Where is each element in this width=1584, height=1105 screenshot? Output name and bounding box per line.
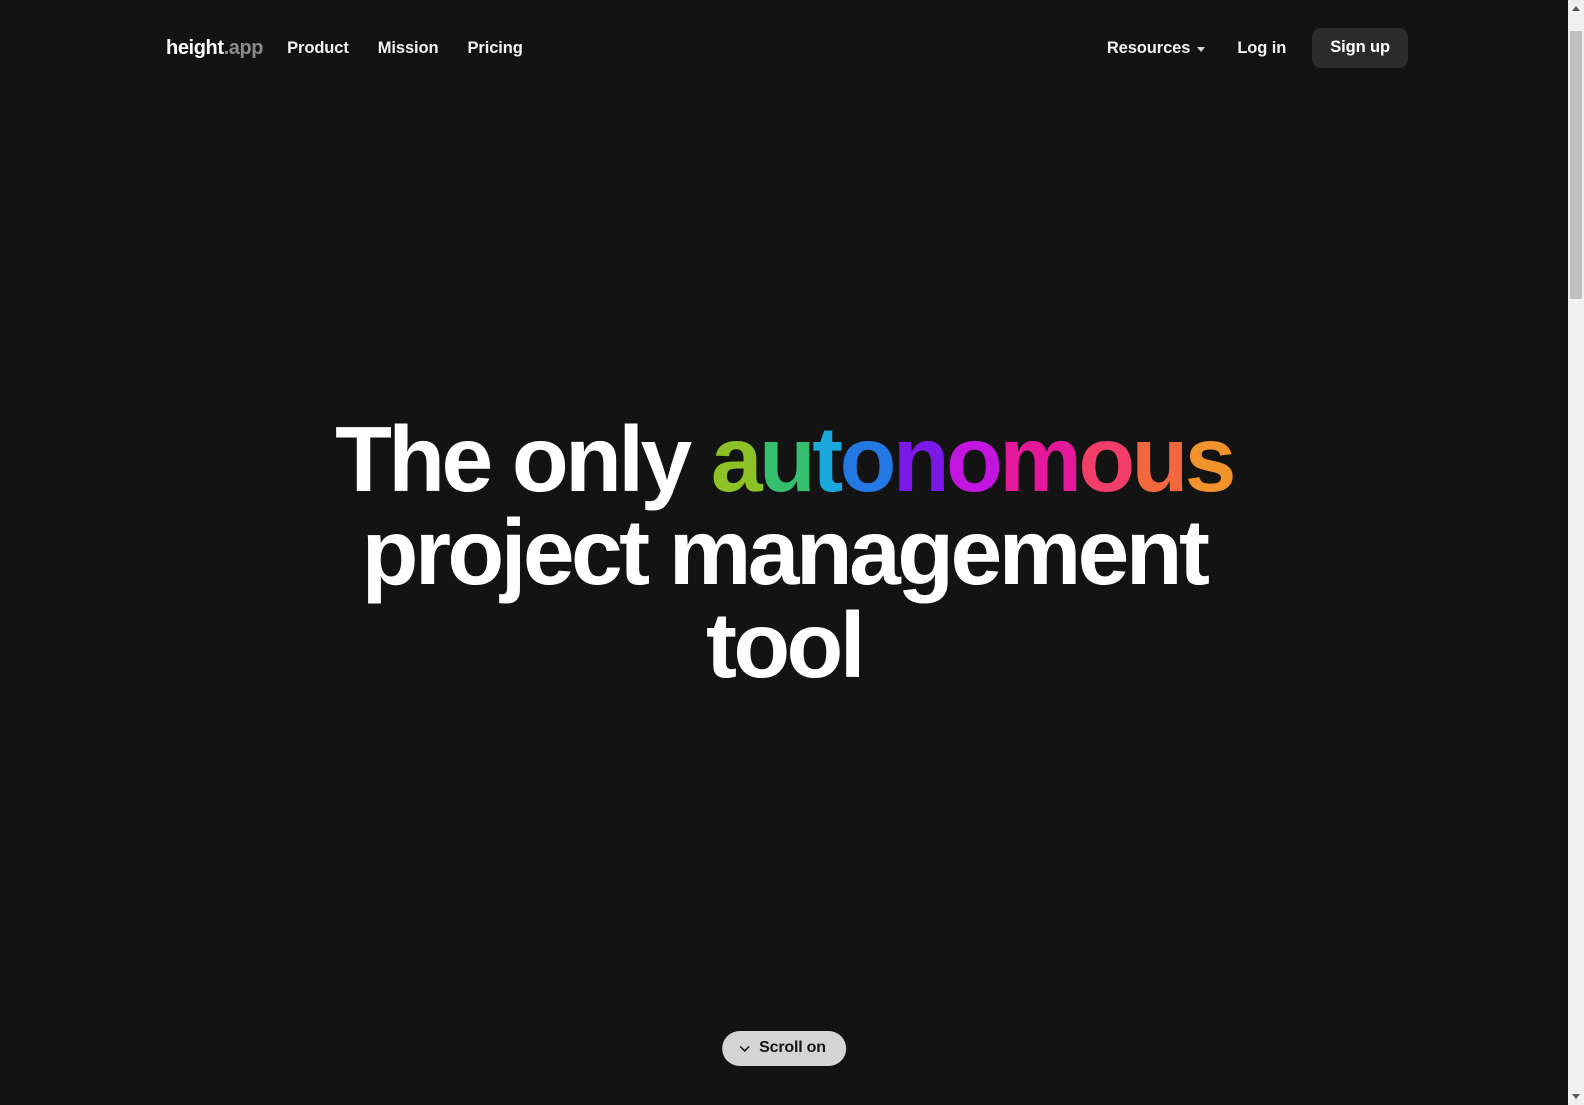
logo-suffix: .app [223, 36, 264, 59]
headline-line2: project management tool [361, 500, 1210, 697]
nav-dropdown-resources-label: Resources [1106, 38, 1191, 57]
gradient-letter-8: u [1131, 407, 1189, 511]
scroll-up-arrow-icon[interactable] [1568, 0, 1584, 17]
gradient-letter-5: o [946, 407, 1003, 511]
top-navigation-bar: height.app Product Mission Pricing Resou… [0, 0, 1568, 96]
logo-name: height [166, 36, 224, 59]
gradient-letter-3: o [839, 407, 897, 511]
scroll-on-button[interactable]: Scroll on [722, 1031, 846, 1066]
gradient-letter-7: o [1078, 407, 1135, 511]
hero-section: The only autonomous project management t… [0, 0, 1568, 1105]
nav-link-product[interactable]: Product [287, 33, 349, 64]
nav-link-mission[interactable]: Mission [378, 33, 439, 64]
gradient-letter-9: s [1184, 407, 1237, 511]
gradient-letter-2: t [812, 407, 843, 511]
chevron-down-icon [739, 1045, 750, 1052]
nav-dropdown-resources[interactable]: Resources [1106, 38, 1206, 58]
headline-gradient-word: autonomous [710, 407, 1237, 511]
page-title: The only autonomous project management t… [284, 413, 1284, 692]
nav-link-pricing[interactable]: Pricing [467, 33, 522, 64]
gradient-letter-4: n [892, 407, 950, 511]
gradient-letter-6: m [999, 407, 1082, 511]
vertical-scrollbar[interactable] [1568, 0, 1584, 1105]
gradient-letter-1: u [759, 407, 816, 511]
scroll-on-label: Scroll on [759, 1039, 826, 1056]
nav-right-group: Resources Log in Sign up [1107, 28, 1408, 68]
signup-button[interactable]: Sign up [1312, 28, 1408, 68]
login-link[interactable]: Log in [1237, 39, 1286, 58]
scroll-down-arrow-icon[interactable] [1568, 1088, 1584, 1105]
chevron-down-icon [1197, 46, 1206, 52]
nav-left-group: height.app Product Mission Pricing [166, 33, 523, 64]
scrollbar-thumb[interactable] [1570, 31, 1582, 299]
page-viewport: height.app Product Mission Pricing Resou… [0, 0, 1568, 1105]
gradient-letter-0: a [710, 407, 763, 511]
site-logo[interactable]: height.app [166, 36, 264, 60]
headline-line1-plain: The only [335, 407, 711, 511]
